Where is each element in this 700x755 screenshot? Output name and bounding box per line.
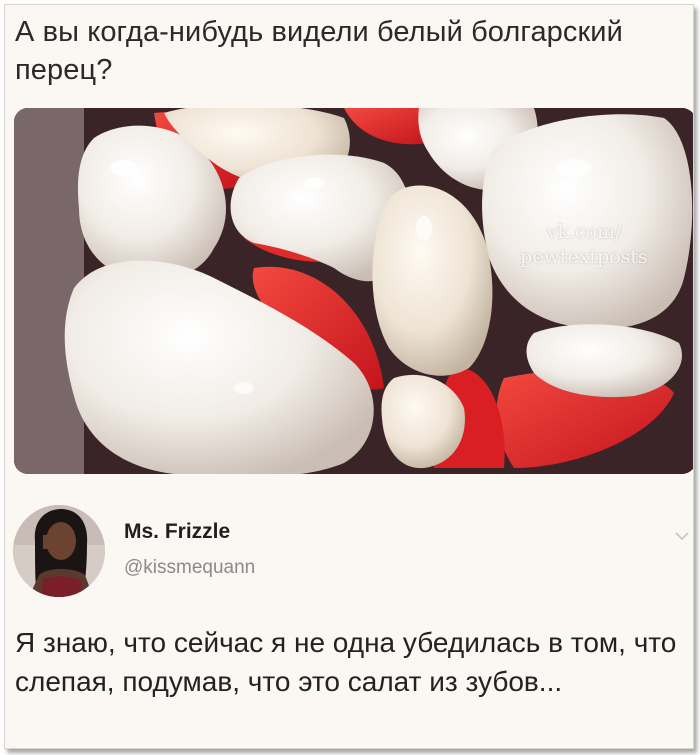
teeth-salad-photo: vk.com/ pewtextposts <box>14 108 693 474</box>
tweet-author-row: Ms. Frizzle @kissmequann <box>13 505 693 597</box>
avatar-portrait-icon <box>13 505 105 597</box>
meme-card: А вы когда-нибудь видели белый болгарски… <box>4 4 694 749</box>
watermark-line-2: pewtextposts <box>520 246 648 268</box>
watermark-line-1: vk.com/ <box>546 221 622 243</box>
tweet-text: Я знаю, что сейчас я не одна убедилась в… <box>15 627 677 697</box>
avatar[interactable] <box>13 505 105 597</box>
tweet-display-name[interactable]: Ms. Frizzle <box>124 520 230 544</box>
tweet-handle[interactable]: @kissmequann <box>124 557 255 579</box>
photo-watermark: vk.com/ pewtextposts <box>489 220 679 270</box>
chevron-down-icon[interactable] <box>673 527 691 545</box>
post-caption: А вы когда-нибудь видели белый болгарски… <box>15 16 623 86</box>
photo-illustration <box>14 108 693 474</box>
